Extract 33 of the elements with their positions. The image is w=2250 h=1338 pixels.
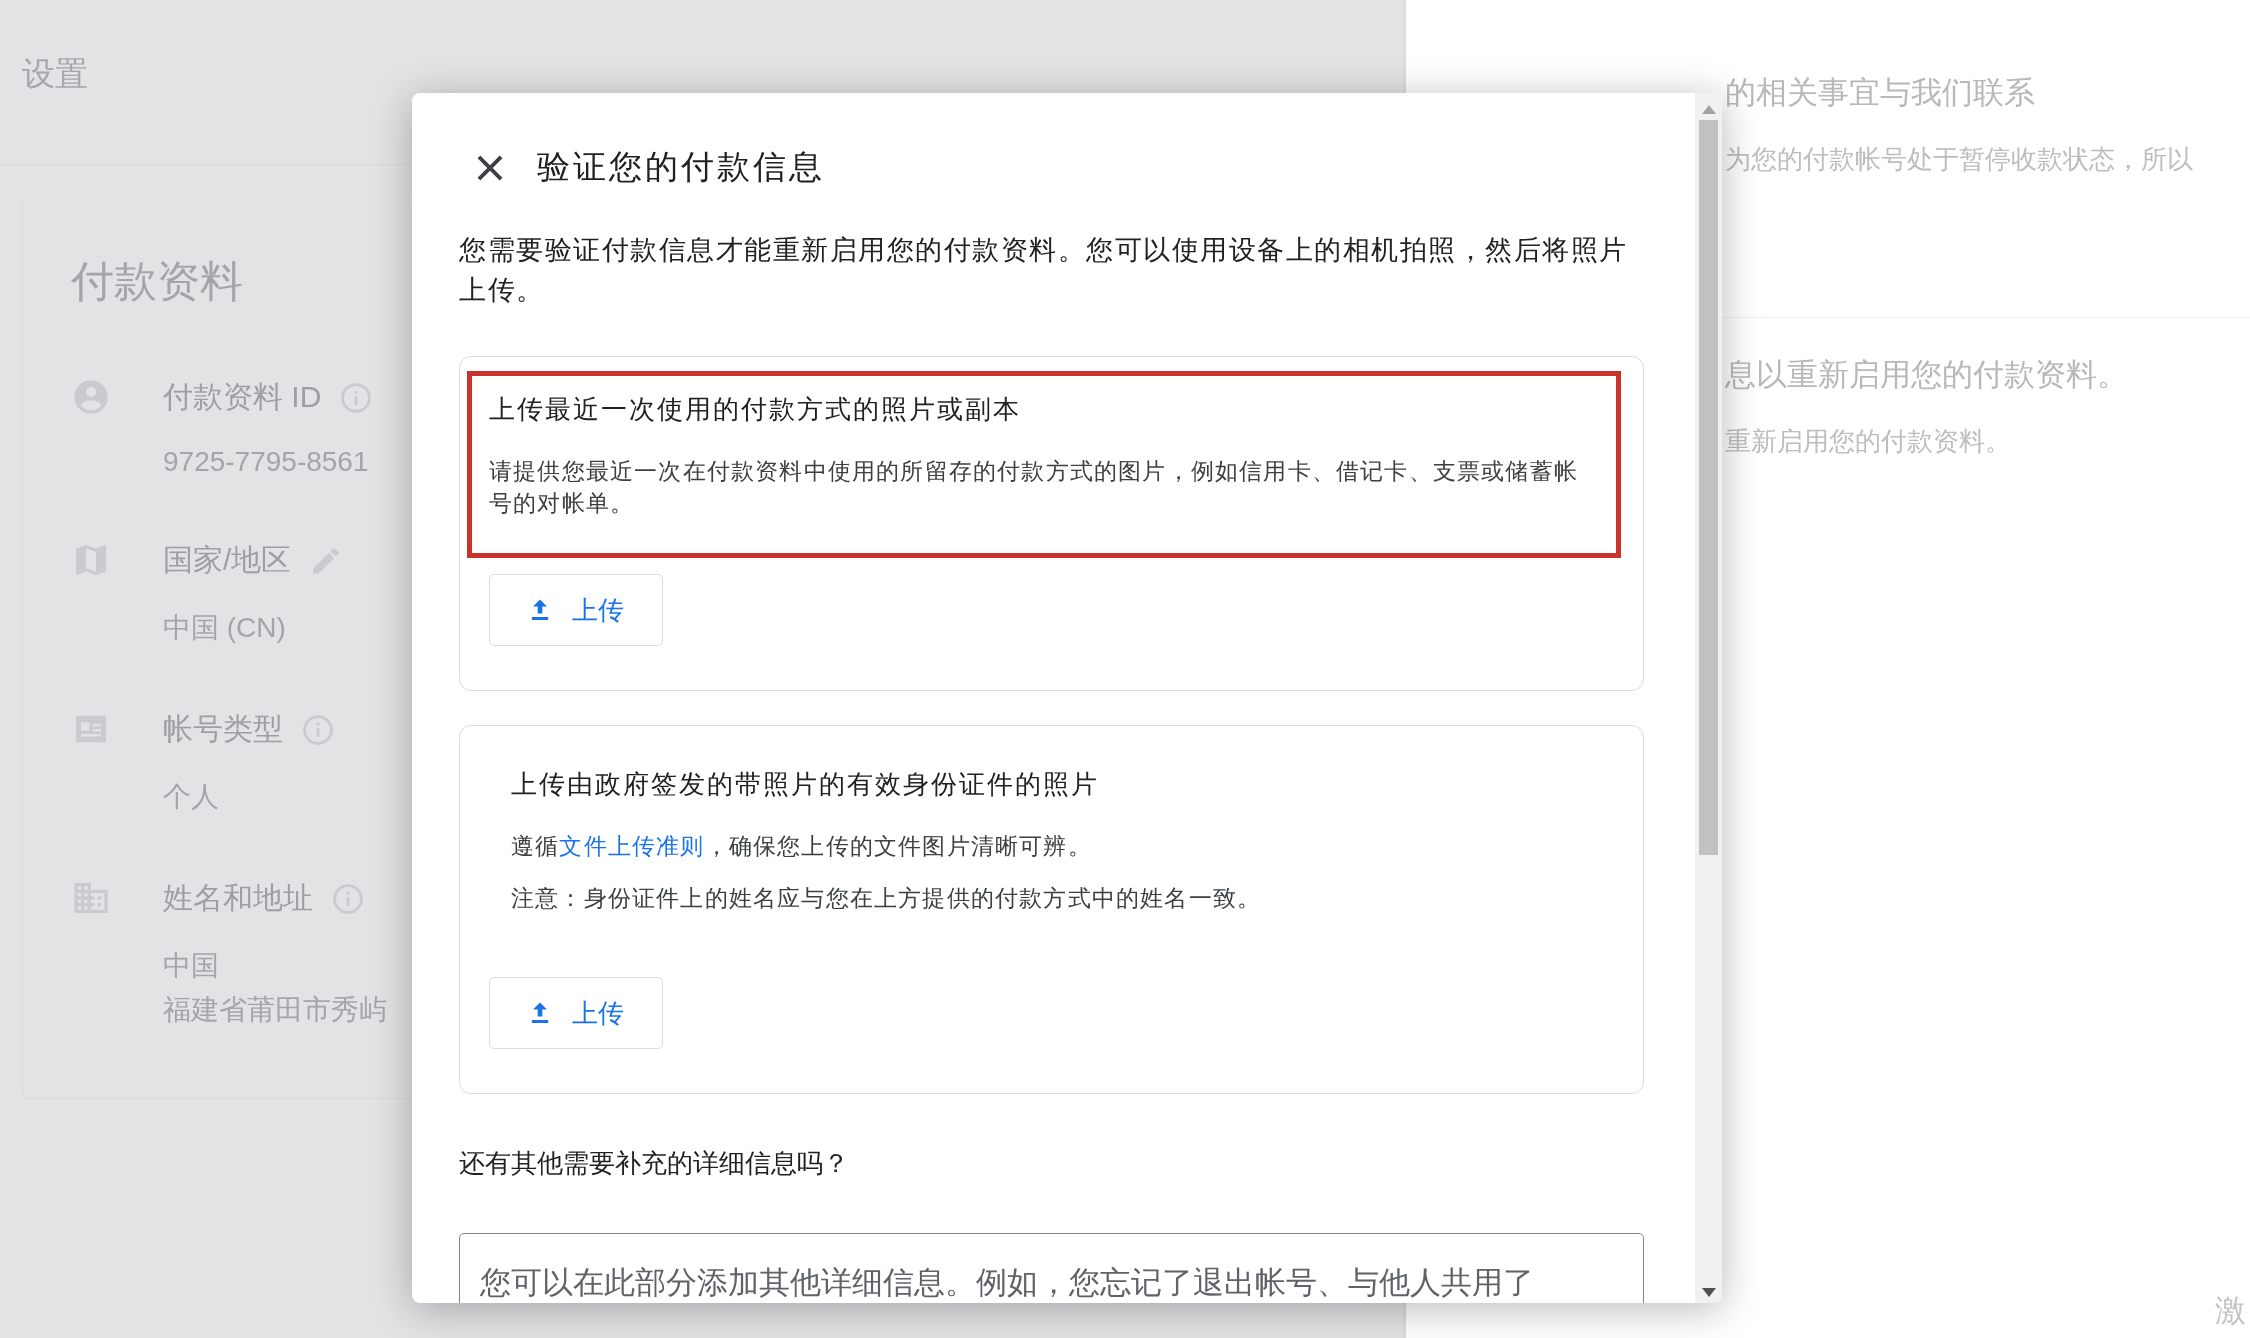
intro-text: 您需要验证付款信息才能重新启用您的付款资料。您可以使用设备上的相机拍照，然后将照片上传。 — [459, 234, 1629, 307]
field-label: 帐号类型 — [163, 711, 283, 747]
dialog-title: 验证您的付款信息 — [537, 147, 825, 187]
details-field[interactable]: 您可以在此部分添加其他详细信息。例如，您忘记了退出帐号、与他人共用了 — [459, 1233, 1644, 1303]
field-label: 国家/地区 — [163, 542, 292, 578]
down-arrow-icon[interactable] — [1701, 1288, 1716, 1297]
field-value: 中国 — [163, 949, 220, 983]
card-title: 付款资料 — [71, 256, 243, 307]
up-arrow-icon[interactable] — [1701, 105, 1716, 114]
field-value: 个人 — [163, 780, 220, 814]
card-text: 请提供您最近一次在付款资料中使用的所留存的付款方式的图片，例如信用卡、借记卡、支票或储蓄帐号的对帐单。 — [489, 457, 1579, 518]
card-title: 上传最近一次使用的付款方式的照片或副本 — [489, 393, 1022, 426]
info-icon[interactable] — [331, 881, 365, 916]
field-label: 付款资料 ID — [163, 379, 322, 415]
notice-text: 为您的付款帐号处于暂停收款状态，所以 — [1725, 143, 2194, 176]
card-title: 上传由政府签发的带照片的有效身份证件的照片 — [511, 768, 1100, 801]
upload-button[interactable]: 上传 — [489, 977, 663, 1049]
scrollbar[interactable] — [1695, 93, 1722, 1303]
field-value: 9725-7795-8561 — [163, 446, 370, 478]
activate-text: 激 — [2215, 1292, 2246, 1330]
info-icon[interactable] — [339, 380, 374, 415]
notice-heading: 的相关事宜与我们联系 — [1725, 74, 2036, 112]
upload-button[interactable]: 上传 — [489, 574, 663, 646]
info-icon[interactable] — [301, 712, 335, 747]
field-label: 姓名和地址 — [163, 880, 313, 916]
notice-text: 重新启用您的付款资料。 — [1725, 425, 2012, 458]
field-value: 中国 (CN) — [163, 611, 287, 645]
card-text: 注意：身份证件上的姓名应与您在上方提供的付款方式中的姓名一致。 — [511, 884, 1263, 913]
question-text: 还有其他需要补充的详细信息吗？ — [459, 1147, 850, 1180]
card-text: 遵循文件上传准则，确保您上传的文件图片清晰可辨。 — [511, 832, 1093, 861]
field-value: 福建省莆田市秀屿 — [163, 993, 387, 1027]
notice-heading: 息以重新启用您的付款资料。 — [1725, 356, 2129, 394]
guidelines-link[interactable]: 文件上传准则 — [559, 833, 705, 859]
